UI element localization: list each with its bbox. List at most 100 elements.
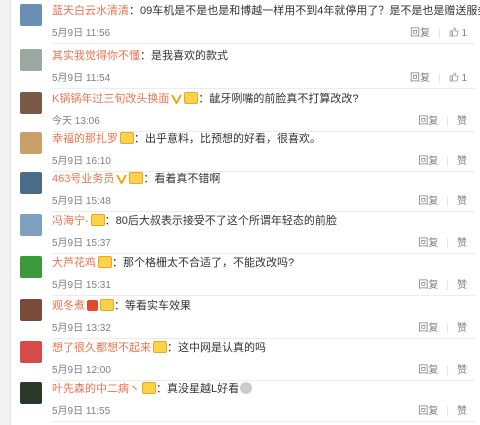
member-crown-icon bbox=[100, 299, 114, 311]
member-crown-icon bbox=[142, 382, 156, 394]
user-avatar[interactable] bbox=[20, 341, 42, 363]
comment-text: 这中网是认真的吗 bbox=[178, 342, 266, 354]
comment-text: 等看实车效果 bbox=[125, 300, 191, 312]
user-avatar[interactable] bbox=[20, 382, 42, 404]
comment-username[interactable]: 其实我觉得你不懂 bbox=[52, 50, 140, 62]
like-count: 1 bbox=[461, 28, 467, 39]
comment-username[interactable]: 观冬煮 bbox=[52, 300, 85, 312]
like-button[interactable]: 赞 bbox=[457, 196, 467, 207]
comment-username[interactable]: 蓝天白云水清清 bbox=[52, 5, 129, 17]
comment-line: K锅锅年过三旬改头换面 ：龇牙咧嘴的前脸真不打算改改? bbox=[52, 92, 475, 107]
comment-line: 叶先森的中二病丶 ：真没星越L好看 bbox=[52, 382, 475, 397]
comment-actions: 回复 | 赞 bbox=[410, 402, 467, 417]
comment-item: 其实我觉得你不懂：是我喜欢的款式 5月9日 11:54 回复 | 1 bbox=[11, 45, 480, 89]
verified-v-icon bbox=[116, 173, 128, 186]
action-divider: | bbox=[446, 196, 449, 207]
reply-button[interactable]: 回复 bbox=[418, 196, 438, 207]
comment-item: 幸福的那扎罗 ：出乎意料，比预想的好看，很喜欢。 5月9日 16:10 回复 | 赞 bbox=[11, 128, 480, 172]
comment-username[interactable]: 463号业务员 bbox=[52, 173, 114, 185]
reply-button[interactable]: 回复 bbox=[418, 323, 438, 334]
action-divider: | bbox=[438, 28, 441, 39]
colon-separator: ： bbox=[143, 173, 155, 185]
user-avatar[interactable] bbox=[20, 172, 42, 194]
reply-button[interactable]: 回复 bbox=[418, 156, 438, 167]
comment-username[interactable]: 叶先森的中二病丶 bbox=[52, 383, 140, 395]
comment-text: 出乎意料，比预想的好看，很喜欢。 bbox=[145, 133, 321, 145]
comment-username[interactable]: 冯海宁- bbox=[52, 215, 89, 227]
like-button[interactable]: 赞 bbox=[457, 238, 467, 249]
comment-time: 5月9日 15:48 bbox=[52, 196, 111, 207]
reply-button[interactable]: 回复 bbox=[410, 28, 430, 39]
thumbs-up-icon bbox=[449, 72, 459, 82]
member-crown-icon bbox=[90, 214, 105, 226]
comment-actions: 回复 | 1 bbox=[402, 24, 467, 39]
member-crown-icon bbox=[153, 341, 167, 353]
user-avatar[interactable] bbox=[20, 256, 42, 278]
like-button[interactable]: 赞 bbox=[457, 365, 467, 376]
comment-actions: 回复 | 赞 bbox=[410, 319, 467, 334]
comment-item: 冯海宁- ：80后大叔表示接受不了这个所谓年轻态的前脸 5月9日 15:37 回复 | 赞 bbox=[11, 210, 480, 254]
like-count: 1 bbox=[461, 73, 467, 84]
action-divider: | bbox=[446, 280, 449, 291]
member-crown-icon bbox=[184, 92, 199, 104]
like-button[interactable]: 赞 bbox=[457, 116, 467, 127]
user-avatar[interactable] bbox=[20, 4, 42, 26]
comment-line: 想了很久都想不起来 ：这中网是认真的吗 bbox=[52, 341, 475, 356]
member-crown-icon bbox=[120, 132, 134, 144]
reply-button[interactable]: 回复 bbox=[410, 73, 430, 84]
comment-time: 5月9日 13:32 bbox=[52, 323, 111, 334]
comment-text: 真没星越L好看 bbox=[167, 383, 240, 395]
comment-item: 大芦花鸡 ：那个格栅太不合适了，不能改改吗? 5月9日 15:31 回复 | 赞 bbox=[11, 252, 480, 296]
user-avatar[interactable] bbox=[20, 92, 42, 114]
comment-line: 幸福的那扎罗 ：出乎意料，比预想的好看，很喜欢。 bbox=[52, 132, 475, 147]
user-avatar[interactable] bbox=[20, 214, 42, 236]
action-divider: | bbox=[446, 323, 449, 334]
reply-button[interactable]: 回复 bbox=[418, 238, 438, 249]
comment-line: 大芦花鸡 ：那个格栅太不合适了，不能改改吗? bbox=[52, 256, 475, 271]
comment-item: 蓝天白云水清清：09车机是不是也是和博越一样用不到4年就停用了？是不是也是赠送服… bbox=[11, 0, 480, 44]
comment-line: 其实我觉得你不懂：是我喜欢的款式 bbox=[52, 49, 475, 64]
reply-button[interactable]: 回复 bbox=[418, 116, 438, 127]
comment-time: 5月9日 11:54 bbox=[52, 73, 111, 84]
colon-separator: ： bbox=[156, 383, 167, 395]
like-button[interactable]: 1 bbox=[449, 27, 467, 39]
comment-username[interactable]: 幸福的那扎罗 bbox=[52, 133, 118, 145]
user-avatar[interactable] bbox=[20, 132, 42, 154]
comment-actions: 回复 | 赞 bbox=[410, 112, 467, 127]
divider bbox=[52, 43, 475, 44]
red-badge-icon bbox=[87, 300, 98, 311]
comment-item: 观冬煮 ：等看实车效果 5月9日 13:32 回复 | 赞 bbox=[11, 295, 480, 339]
like-button[interactable]: 赞 bbox=[457, 156, 467, 167]
reply-button[interactable]: 回复 bbox=[418, 365, 438, 376]
comment-text: 龇牙咧嘴的前脸真不打算改改? bbox=[209, 93, 359, 105]
comment-text: 那个格栅太不合适了，不能改改吗? bbox=[123, 257, 295, 269]
thumbs-up-icon bbox=[449, 27, 459, 37]
comment-item: K锅锅年过三旬改头换面 ：龇牙咧嘴的前脸真不打算改改? 今天 13:06 回复 | 赞 bbox=[11, 88, 480, 132]
user-avatar[interactable] bbox=[20, 49, 42, 71]
comment-actions: 回复 | 赞 bbox=[410, 361, 467, 376]
colon-separator: ： bbox=[129, 5, 140, 17]
comment-username[interactable]: 想了很久都想不起来 bbox=[52, 342, 151, 354]
comment-username[interactable]: K锅锅年过三旬改头换面 bbox=[52, 93, 169, 105]
member-crown-icon bbox=[129, 172, 144, 184]
like-button[interactable]: 赞 bbox=[457, 280, 467, 291]
comment-text: 看着真不错啊 bbox=[154, 173, 221, 185]
comment-item: 叶先森的中二病丶 ：真没星越L好看 5月9日 11:55 回复 | 赞 bbox=[11, 378, 480, 422]
reply-button[interactable]: 回复 bbox=[418, 406, 438, 417]
colon-separator: ： bbox=[114, 300, 125, 312]
emoji-icon bbox=[240, 382, 253, 394]
divider bbox=[52, 421, 475, 422]
like-button[interactable]: 赞 bbox=[457, 406, 467, 417]
colon-separator: ： bbox=[104, 215, 116, 227]
user-avatar[interactable] bbox=[20, 299, 42, 321]
action-divider: | bbox=[438, 73, 441, 84]
colon-separator: ： bbox=[198, 93, 210, 105]
reply-button[interactable]: 回复 bbox=[418, 280, 438, 291]
comment-text: 80后大叔表示接受不了这个所谓年轻态的前脸 bbox=[115, 215, 337, 227]
comment-username[interactable]: 大芦花鸡 bbox=[52, 257, 96, 269]
comment-list: 蓝天白云水清清：09车机是不是也是和博越一样用不到4年就停用了？是不是也是赠送服… bbox=[10, 0, 480, 425]
like-button[interactable]: 1 bbox=[449, 72, 467, 84]
like-button[interactable]: 赞 bbox=[457, 323, 467, 334]
comment-time: 5月9日 11:55 bbox=[52, 406, 111, 417]
comment-text: 是我喜欢的款式 bbox=[151, 50, 228, 62]
